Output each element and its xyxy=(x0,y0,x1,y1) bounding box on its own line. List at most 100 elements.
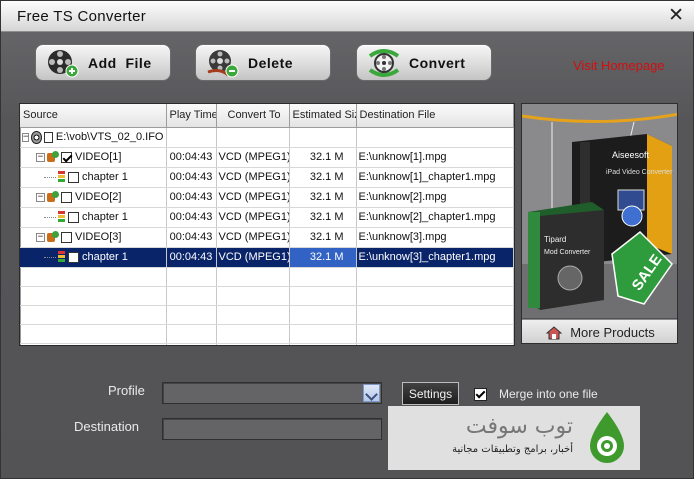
visit-homepage-link[interactable]: Visit Homepage xyxy=(573,58,665,73)
collapse-toggle[interactable]: − xyxy=(36,152,45,162)
destination-cell: E:\unknow[2].mpg xyxy=(356,187,514,208)
app-window: Free TS Converter ✕ Add File Delete Conv… xyxy=(0,0,694,479)
watermark-logo-icon xyxy=(580,410,634,466)
source-checkbox[interactable] xyxy=(43,131,53,143)
merge-checkbox[interactable] xyxy=(474,388,487,401)
disc-icon xyxy=(31,130,42,144)
source-name: chapter 1 xyxy=(82,171,128,183)
tree-connector xyxy=(44,256,56,258)
tree-connector xyxy=(44,176,56,178)
source-name: VIDEO[1] xyxy=(75,151,122,163)
play-time-cell: 00:04:43 xyxy=(166,147,217,168)
destination-cell: E:\unknow[3]_chapter1.mpg xyxy=(356,247,514,268)
box2-name: Mod Converter xyxy=(544,249,591,256)
row-checkbox[interactable] xyxy=(68,211,79,223)
row-checkbox[interactable] xyxy=(68,171,79,183)
destination-label: Destination xyxy=(74,419,140,434)
video-title-icon xyxy=(47,150,59,164)
row-checkbox[interactable] xyxy=(61,151,72,163)
table-row[interactable]: − VIDEO[2] 00:04:43 VCD (MPEG1) 32.1 M E… xyxy=(20,187,514,208)
convert-to-cell[interactable]: VCD (MPEG1) xyxy=(216,207,290,228)
profile-label: Profile xyxy=(108,383,145,398)
destination-cell: E:\unknow[1].mpg xyxy=(356,147,514,168)
table-row[interactable]: chapter 1 00:04:43 VCD (MPEG1) 32.1 M E:… xyxy=(20,207,514,228)
row-checkbox[interactable] xyxy=(68,251,79,263)
settings-button[interactable]: Settings xyxy=(402,382,459,405)
convert-label: Convert xyxy=(409,54,466,71)
play-time-cell: 00:04:43 xyxy=(166,167,217,188)
size-cell: 32.1 M xyxy=(289,187,357,208)
chapter-icon xyxy=(57,250,66,264)
convert-to-cell[interactable]: VCD (MPEG1) xyxy=(216,167,290,188)
file-list-table: Source Play Time Convert To Estimated Si… xyxy=(20,104,514,345)
play-time-cell: 00:04:43 xyxy=(166,187,217,208)
profile-select[interactable] xyxy=(162,382,382,404)
promo-panel[interactable]: Aiseesoft iPad Video Converter Tipard Mo… xyxy=(521,103,678,344)
destination-cell: E:\unknow[3].mpg xyxy=(356,227,514,248)
video-title-icon xyxy=(47,230,59,244)
convert-to-cell[interactable]: VCD (MPEG1) xyxy=(216,187,290,208)
empty-row xyxy=(20,286,514,306)
window-title: Free TS Converter xyxy=(17,8,147,25)
promo-image[interactable]: Aiseesoft iPad Video Converter Tipard Mo… xyxy=(522,104,677,318)
destination-input[interactable] xyxy=(162,418,382,440)
table-row-selected[interactable]: chapter 1 00:04:43 VCD (MPEG1) 32.1 M E:… xyxy=(20,247,514,268)
source-root-row[interactable]: − E:\vob\VTS_02_0.IFO xyxy=(20,127,514,148)
film-reel-remove-icon xyxy=(206,48,240,78)
file-list-panel[interactable]: Source Play Time Convert To Estimated Si… xyxy=(19,103,515,346)
header-row: Source Play Time Convert To Estimated Si… xyxy=(20,104,514,128)
source-name: VIDEO[2] xyxy=(75,191,122,203)
source-path: E:\vob\VTS_02_0.IFO xyxy=(55,131,164,143)
column-header-estimated-size[interactable]: Estimated Size xyxy=(289,104,357,128)
table-row[interactable]: chapter 1 00:04:43 VCD (MPEG1) 32.1 M E:… xyxy=(20,167,514,188)
collapse-toggle[interactable]: − xyxy=(36,192,45,202)
size-cell: 32.1 M xyxy=(289,227,357,248)
size-cell: 32.1 M xyxy=(289,167,357,188)
video-title-icon xyxy=(47,190,59,204)
destination-cell: E:\unknow[2]_chapter1.mpg xyxy=(356,207,514,228)
collapse-toggle[interactable]: − xyxy=(36,232,45,242)
row-checkbox[interactable] xyxy=(61,231,72,243)
chapter-icon xyxy=(57,210,66,224)
delete-label: Delete xyxy=(248,54,294,71)
watermark: توب سوفت أخبار، برامج وتطبيقات مجانية xyxy=(388,406,640,470)
table-row[interactable]: − VIDEO[3] 00:04:43 VCD (MPEG1) 32.1 M E… xyxy=(20,227,514,248)
size-cell: 32.1 M xyxy=(289,147,357,168)
column-header-play-time[interactable]: Play Time xyxy=(166,104,217,128)
watermark-name: توب سوفت xyxy=(465,414,573,439)
tree-connector xyxy=(44,216,56,218)
convert-to-cell[interactable]: VCD (MPEG1) xyxy=(216,227,290,248)
source-name: chapter 1 xyxy=(82,211,128,223)
column-header-destination-file[interactable]: Destination File xyxy=(356,104,514,128)
add-file-label: Add File xyxy=(88,54,152,71)
source-name: chapter 1 xyxy=(82,251,128,263)
title-bar[interactable]: Free TS Converter ✕ xyxy=(1,1,694,32)
play-time-cell: 00:04:43 xyxy=(166,207,217,228)
table-row[interactable]: − VIDEO[1] 00:04:43 VCD (MPEG1) 32.1 M E… xyxy=(20,147,514,168)
close-icon[interactable]: ✕ xyxy=(668,5,684,25)
merge-label: Merge into one file xyxy=(499,387,598,401)
destination-cell: E:\unknow[1]_chapter1.mpg xyxy=(356,167,514,188)
collapse-toggle[interactable]: − xyxy=(22,132,30,142)
convert-reel-icon xyxy=(367,48,401,78)
column-header-convert-to[interactable]: Convert To xyxy=(216,104,290,128)
empty-row xyxy=(20,343,514,345)
empty-row xyxy=(20,267,514,287)
row-checkbox[interactable] xyxy=(61,191,72,203)
more-products-button[interactable]: More Products xyxy=(522,319,677,343)
convert-to-cell[interactable]: VCD (MPEG1) xyxy=(216,147,290,168)
more-products-label: More Products xyxy=(570,325,655,340)
film-reel-add-icon xyxy=(46,48,80,78)
empty-row xyxy=(20,305,514,325)
chapter-icon xyxy=(57,170,66,184)
convert-button[interactable]: Convert xyxy=(356,44,492,81)
source-name: VIDEO[3] xyxy=(75,231,122,243)
chevron-down-icon[interactable] xyxy=(363,384,380,402)
home-icon xyxy=(545,325,563,340)
play-time-cell: 00:04:43 xyxy=(166,247,217,268)
column-header-source[interactable]: Source xyxy=(20,104,167,128)
delete-button[interactable]: Delete xyxy=(195,44,331,81)
convert-to-cell[interactable]: VCD (MPEG1) xyxy=(216,247,290,268)
box1-name: iPad Video Converter xyxy=(606,169,673,176)
add-file-button[interactable]: Add File xyxy=(35,44,171,81)
